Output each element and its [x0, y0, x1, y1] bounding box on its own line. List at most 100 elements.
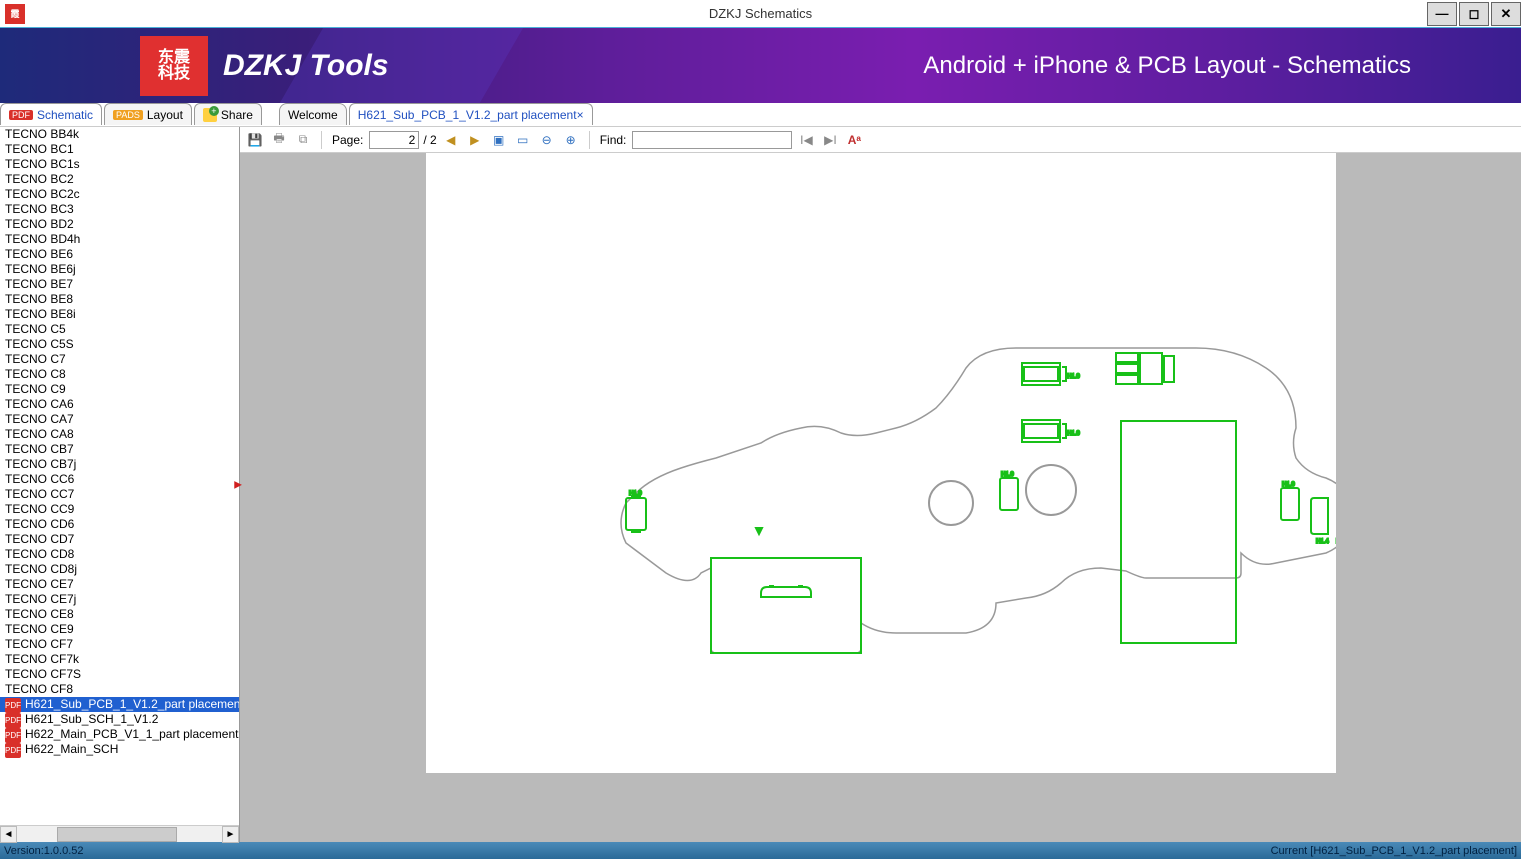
text-style-button[interactable]: Aᵃ — [844, 130, 864, 150]
tree-item[interactable]: TECNO CE7j — [0, 592, 239, 607]
zoom-in-button[interactable]: ⊕ — [561, 130, 581, 150]
tree-item[interactable]: TECNO CA7 — [0, 412, 239, 427]
status-current: Current [H621_Sub_PCB_1_V1.2_part placem… — [1271, 845, 1517, 857]
sidebar: ▶ TECNO BB4kTECNO BC1TECNO BC1sTECNO BC2… — [0, 127, 240, 842]
tree-pdf-item[interactable]: PDFH621_Sub_SCH_1_V1.2 — [0, 712, 239, 727]
tree-item[interactable]: TECNO CA6 — [0, 397, 239, 412]
tree-item[interactable]: TECNO C9 — [0, 382, 239, 397]
tree-pdf-item[interactable]: PDFH621_Sub_PCB_1_V1.2_part placement — [0, 697, 239, 712]
print-button[interactable]: 🖶 — [269, 130, 289, 150]
tree-item[interactable]: TECNO BE6j — [0, 262, 239, 277]
find-next-button[interactable]: ▶I — [820, 130, 840, 150]
doc-tab-current[interactable]: H621_Sub_PCB_1_V1.2_part placement × — [349, 103, 593, 125]
viewer[interactable]: H1.0 H1.0 — [240, 153, 1521, 842]
tree-pdf-label: H621_Sub_SCH_1_V1.2 — [25, 712, 158, 726]
hscroll-right-icon[interactable]: ► — [222, 826, 239, 843]
status-version: Version:1.0.0.52 — [4, 845, 84, 857]
tree-item[interactable]: TECNO CE9 — [0, 622, 239, 637]
save-button[interactable]: 💾 — [245, 130, 265, 150]
prev-page-button[interactable]: ◀ — [441, 130, 461, 150]
tree-item[interactable]: TECNO CD7 — [0, 532, 239, 547]
pcb-drawing: H1.0 H1.0 — [426, 153, 1336, 773]
page-input[interactable] — [369, 131, 419, 149]
tree-item[interactable]: TECNO CE8 — [0, 607, 239, 622]
tree-item[interactable]: TECNO CD8j — [0, 562, 239, 577]
find-input[interactable] — [632, 131, 792, 149]
tab-layout-label: Layout — [147, 108, 183, 122]
hscroll-thumb[interactable] — [57, 827, 177, 842]
banner: 东震 科技 DZKJ Tools Android + iPhone & PCB … — [0, 28, 1521, 103]
tree-item[interactable]: TECNO C5 — [0, 322, 239, 337]
tab-layout[interactable]: PADS Layout — [104, 103, 192, 125]
svg-text:H1.4: H1.4 — [1316, 539, 1329, 545]
fit-width-button[interactable]: ▭ — [513, 130, 533, 150]
board-outline — [621, 348, 1336, 653]
tree-item[interactable]: TECNO BE7 — [0, 277, 239, 292]
window-controls: — ◻ ✕ — [1425, 2, 1521, 26]
doc-tab-current-label: H621_Sub_PCB_1_V1.2_part placement — [358, 108, 577, 122]
next-page-button[interactable]: ▶ — [465, 130, 485, 150]
close-tab-icon[interactable]: × — [577, 108, 584, 122]
tree-item[interactable]: TECNO CD6 — [0, 517, 239, 532]
maximize-button[interactable]: ◻ — [1459, 2, 1489, 26]
tree-item[interactable]: TECNO BE6 — [0, 247, 239, 262]
tree-item[interactable]: TECNO CA8 — [0, 427, 239, 442]
tree-item[interactable]: TECNO CF8 — [0, 682, 239, 697]
share-icon — [203, 108, 217, 122]
tab-schematic[interactable]: PDF Schematic — [0, 103, 102, 125]
logo: 东震 科技 — [140, 36, 208, 96]
find-prev-button[interactable]: I◀ — [796, 130, 816, 150]
svg-text:H1.0: H1.0 — [1067, 431, 1080, 437]
statusbar: Version:1.0.0.52 Current [H621_Sub_PCB_1… — [0, 842, 1521, 859]
tree-item[interactable]: TECNO CD8 — [0, 547, 239, 562]
tree-item[interactable]: TECNO BD4h — [0, 232, 239, 247]
tab-share[interactable]: Share — [194, 103, 262, 125]
tree-item[interactable]: TECNO BC2c — [0, 187, 239, 202]
main-area: ▶ TECNO BB4kTECNO BC1TECNO BC1sTECNO BC2… — [0, 127, 1521, 842]
splitter-handle[interactable]: ▶ — [234, 479, 242, 490]
tree-item[interactable]: TECNO C8 — [0, 367, 239, 382]
hscroll-left-icon[interactable]: ◄ — [0, 826, 17, 843]
tree-hscrollbar[interactable]: ◄ ► — [0, 825, 239, 842]
tree-item[interactable]: TECNO CF7k — [0, 652, 239, 667]
tree-item[interactable]: TECNO BC1 — [0, 142, 239, 157]
tree-item[interactable]: TECNO CF7S — [0, 667, 239, 682]
tree-item[interactable]: TECNO C7 — [0, 352, 239, 367]
mode-tabs: PDF Schematic PADS Layout Share Welcome … — [0, 103, 1521, 127]
tree-item[interactable]: TECNO CE7 — [0, 577, 239, 592]
tree-item[interactable]: TECNO BE8 — [0, 292, 239, 307]
tree-item[interactable]: TECNO CB7j — [0, 457, 239, 472]
fit-page-button[interactable]: ▣ — [489, 130, 509, 150]
doc-tab-welcome-label: Welcome — [288, 108, 338, 122]
page-label: Page: — [332, 133, 363, 147]
tree-item[interactable]: TECNO BC3 — [0, 202, 239, 217]
tree-item[interactable]: TECNO BE8i — [0, 307, 239, 322]
close-button[interactable]: ✕ — [1491, 2, 1521, 26]
minimize-button[interactable]: — — [1427, 2, 1457, 26]
tree-item[interactable]: TECNO CF7 — [0, 637, 239, 652]
tree-item[interactable]: TECNO CB7 — [0, 442, 239, 457]
tree-item[interactable]: TECNO BD2 — [0, 217, 239, 232]
tree-pdf-label: H622_Main_SCH — [25, 742, 118, 756]
pads-badge-icon: PADS — [113, 110, 143, 120]
copy-button[interactable]: ⧉ — [293, 130, 313, 150]
tree-pdf-item[interactable]: PDFH622_Main_PCB_V1_1_part placement — [0, 727, 239, 742]
tree-item[interactable]: TECNO CC7 — [0, 487, 239, 502]
tree-item[interactable]: TECNO BC1s — [0, 157, 239, 172]
tree-item[interactable]: TECNO CC6 — [0, 472, 239, 487]
zoom-out-button[interactable]: ⊖ — [537, 130, 557, 150]
tree-item[interactable]: TECNO CC9 — [0, 502, 239, 517]
tree-item[interactable]: TECNO C5S — [0, 337, 239, 352]
tree-item[interactable]: TECNO BB4k — [0, 127, 239, 142]
hscroll-track[interactable] — [17, 826, 222, 842]
tree-item[interactable]: TECNO BC2 — [0, 172, 239, 187]
tree-pdf-item[interactable]: PDFH622_Main_SCH — [0, 742, 239, 757]
device-tree[interactable]: TECNO BB4kTECNO BC1TECNO BC1sTECNO BC2TE… — [0, 127, 239, 825]
pdf-page: H1.0 H1.0 — [426, 153, 1336, 773]
svg-text:H1.0: H1.0 — [629, 491, 642, 497]
tab-share-label: Share — [221, 108, 253, 122]
find-label: Find: — [600, 133, 627, 147]
doc-tab-welcome[interactable]: Welcome — [279, 103, 347, 125]
separator — [321, 131, 322, 149]
pdf-badge-icon: PDF — [9, 110, 33, 120]
